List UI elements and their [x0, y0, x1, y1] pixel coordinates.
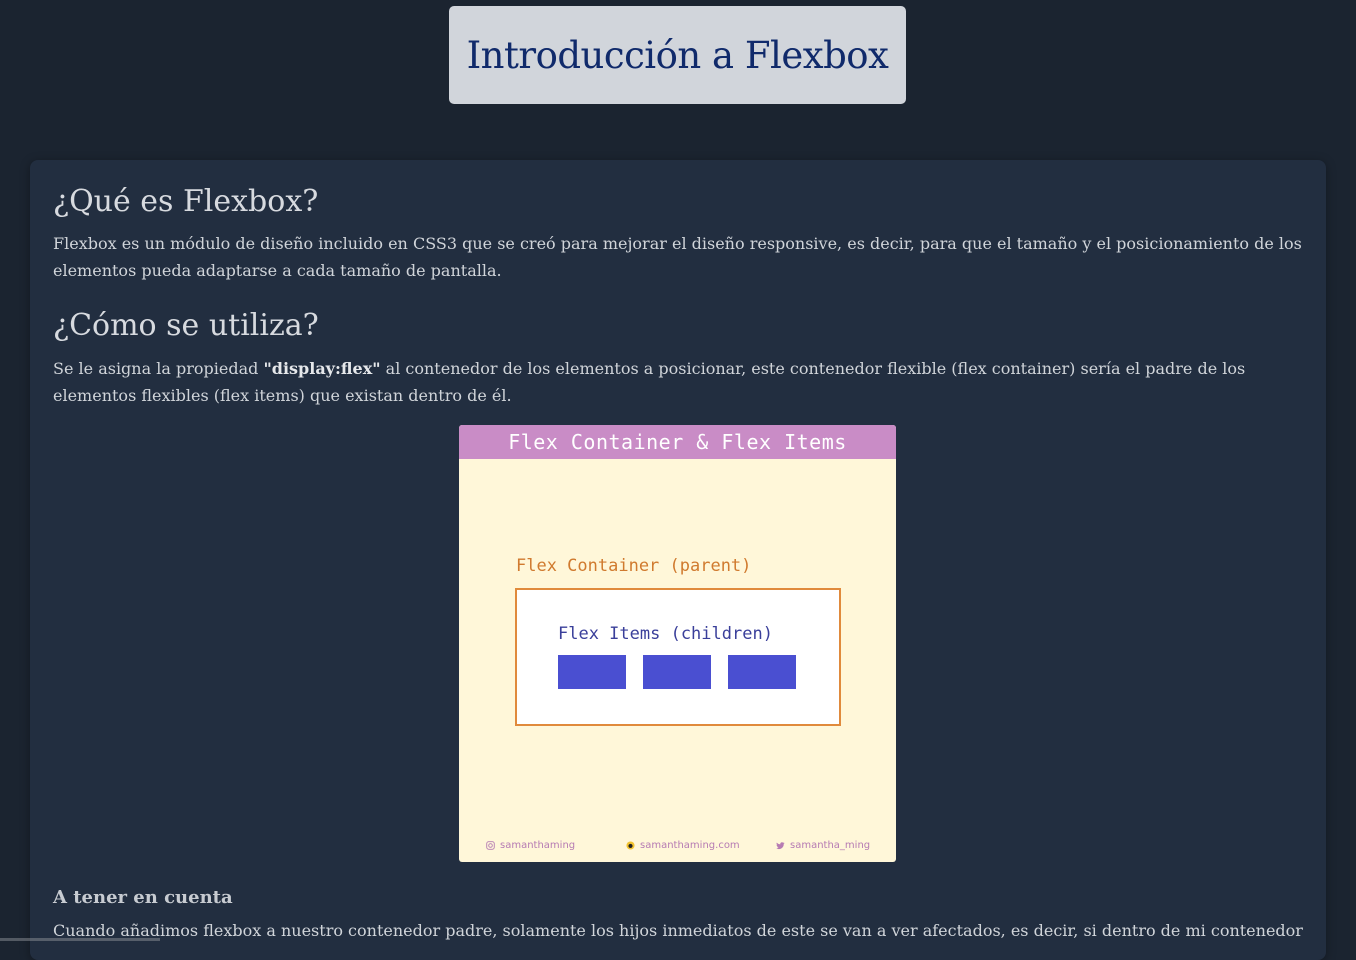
main-content-card: ¿Qué es Flexbox? Flexbox es un módulo de… [30, 160, 1326, 960]
instagram-handle: samanthaming [500, 840, 575, 851]
logo-icon [626, 841, 635, 850]
footer-instagram: samanthaming [486, 840, 575, 851]
illustration-footer: samanthaming samanthaming.com samantha_m… [459, 840, 896, 856]
instagram-icon [486, 841, 495, 850]
display-flex-highlight: "display:flex" [263, 359, 380, 378]
section-heading-what: ¿Qué es Flexbox? [53, 184, 318, 219]
section-text-how: Se le asigna la propiedad "display:flex"… [53, 355, 1303, 409]
twitter-icon [776, 841, 785, 850]
section-text-note: Cuando añadimos flexbox a nuestro conten… [53, 917, 1303, 944]
section-heading-note: A tener en cuenta [53, 887, 233, 908]
flex-container-label: Flex Container (parent) [516, 556, 751, 576]
flex-item-1 [558, 655, 626, 689]
flex-item-3 [728, 655, 796, 689]
website-url: samanthaming.com [640, 840, 740, 851]
footer-twitter: samantha_ming [776, 840, 870, 851]
twitter-handle: samantha_ming [790, 840, 870, 851]
flex-container-box: Flex Items (children) [515, 588, 841, 726]
section-heading-how: ¿Cómo se utiliza? [53, 308, 319, 343]
page-title-box: Introducción a Flexbox [449, 6, 906, 104]
text-before: Se le asigna la propiedad [53, 359, 263, 378]
flexbox-illustration: Flex Container & Flex Items Flex Contain… [459, 425, 896, 862]
page-title: Introducción a Flexbox [467, 34, 889, 77]
footer-website: samanthaming.com [626, 840, 740, 851]
illustration-title: Flex Container & Flex Items [459, 425, 896, 459]
flex-items-label: Flex Items (children) [558, 624, 773, 644]
section-text-what: Flexbox es un módulo de diseño incluido … [53, 230, 1303, 284]
flex-item-2 [643, 655, 711, 689]
